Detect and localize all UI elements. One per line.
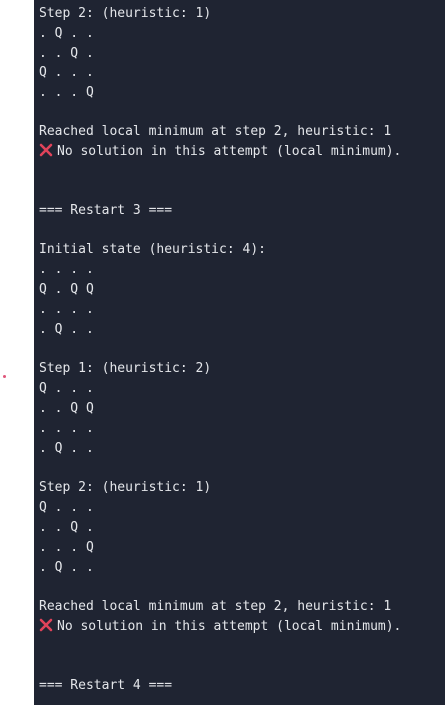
output-line: Q . . . [39,65,94,80]
terminal-output: Step 2: (heuristic: 1) . Q . . . . Q . Q… [34,0,445,705]
output-line: Q . . . [39,381,94,396]
output-line: Reached local minimum at step 2, heurist… [39,599,392,614]
output-line: . Q . . [39,322,94,337]
output-line: . . . . [39,262,94,277]
output-line: . . Q Q [39,401,94,416]
gutter-marker [3,375,6,378]
cross-mark-icon [39,143,53,157]
output-line: . . . Q [39,540,94,555]
output-line: Reached local minimum at step 2, heurist… [39,124,392,139]
error-line: No solution in this attempt (local minim… [39,142,401,162]
output-line: . . . Q [39,85,94,100]
output-line: . . Q . [39,46,94,61]
output-line: . . . . [39,421,94,436]
output-line: Initial state (heuristic: 4): [39,242,266,257]
output-line: Step 1: (heuristic: 2) [39,361,212,376]
cross-mark-icon [39,618,53,632]
error-text: No solution in this attempt (local minim… [57,619,402,634]
editor-gutter [0,0,34,705]
error-text: No solution in this attempt (local minim… [57,144,402,159]
output-line: Step 2: (heuristic: 1) [39,480,212,495]
restart-header: === Restart 3 === [39,203,173,218]
output-line: . Q . . [39,560,94,575]
output-line: Q . . . [39,500,94,515]
output-line: . Q . . [39,26,94,41]
output-line: . . Q . [39,520,94,535]
output-line: . Q . . [39,441,94,456]
output-line: Step 2: (heuristic: 1) [39,6,212,21]
error-line: No solution in this attempt (local minim… [39,617,401,637]
output-line: Q . Q Q [39,282,94,297]
restart-header: === Restart 4 === [39,678,173,693]
output-line: . . . . [39,302,94,317]
